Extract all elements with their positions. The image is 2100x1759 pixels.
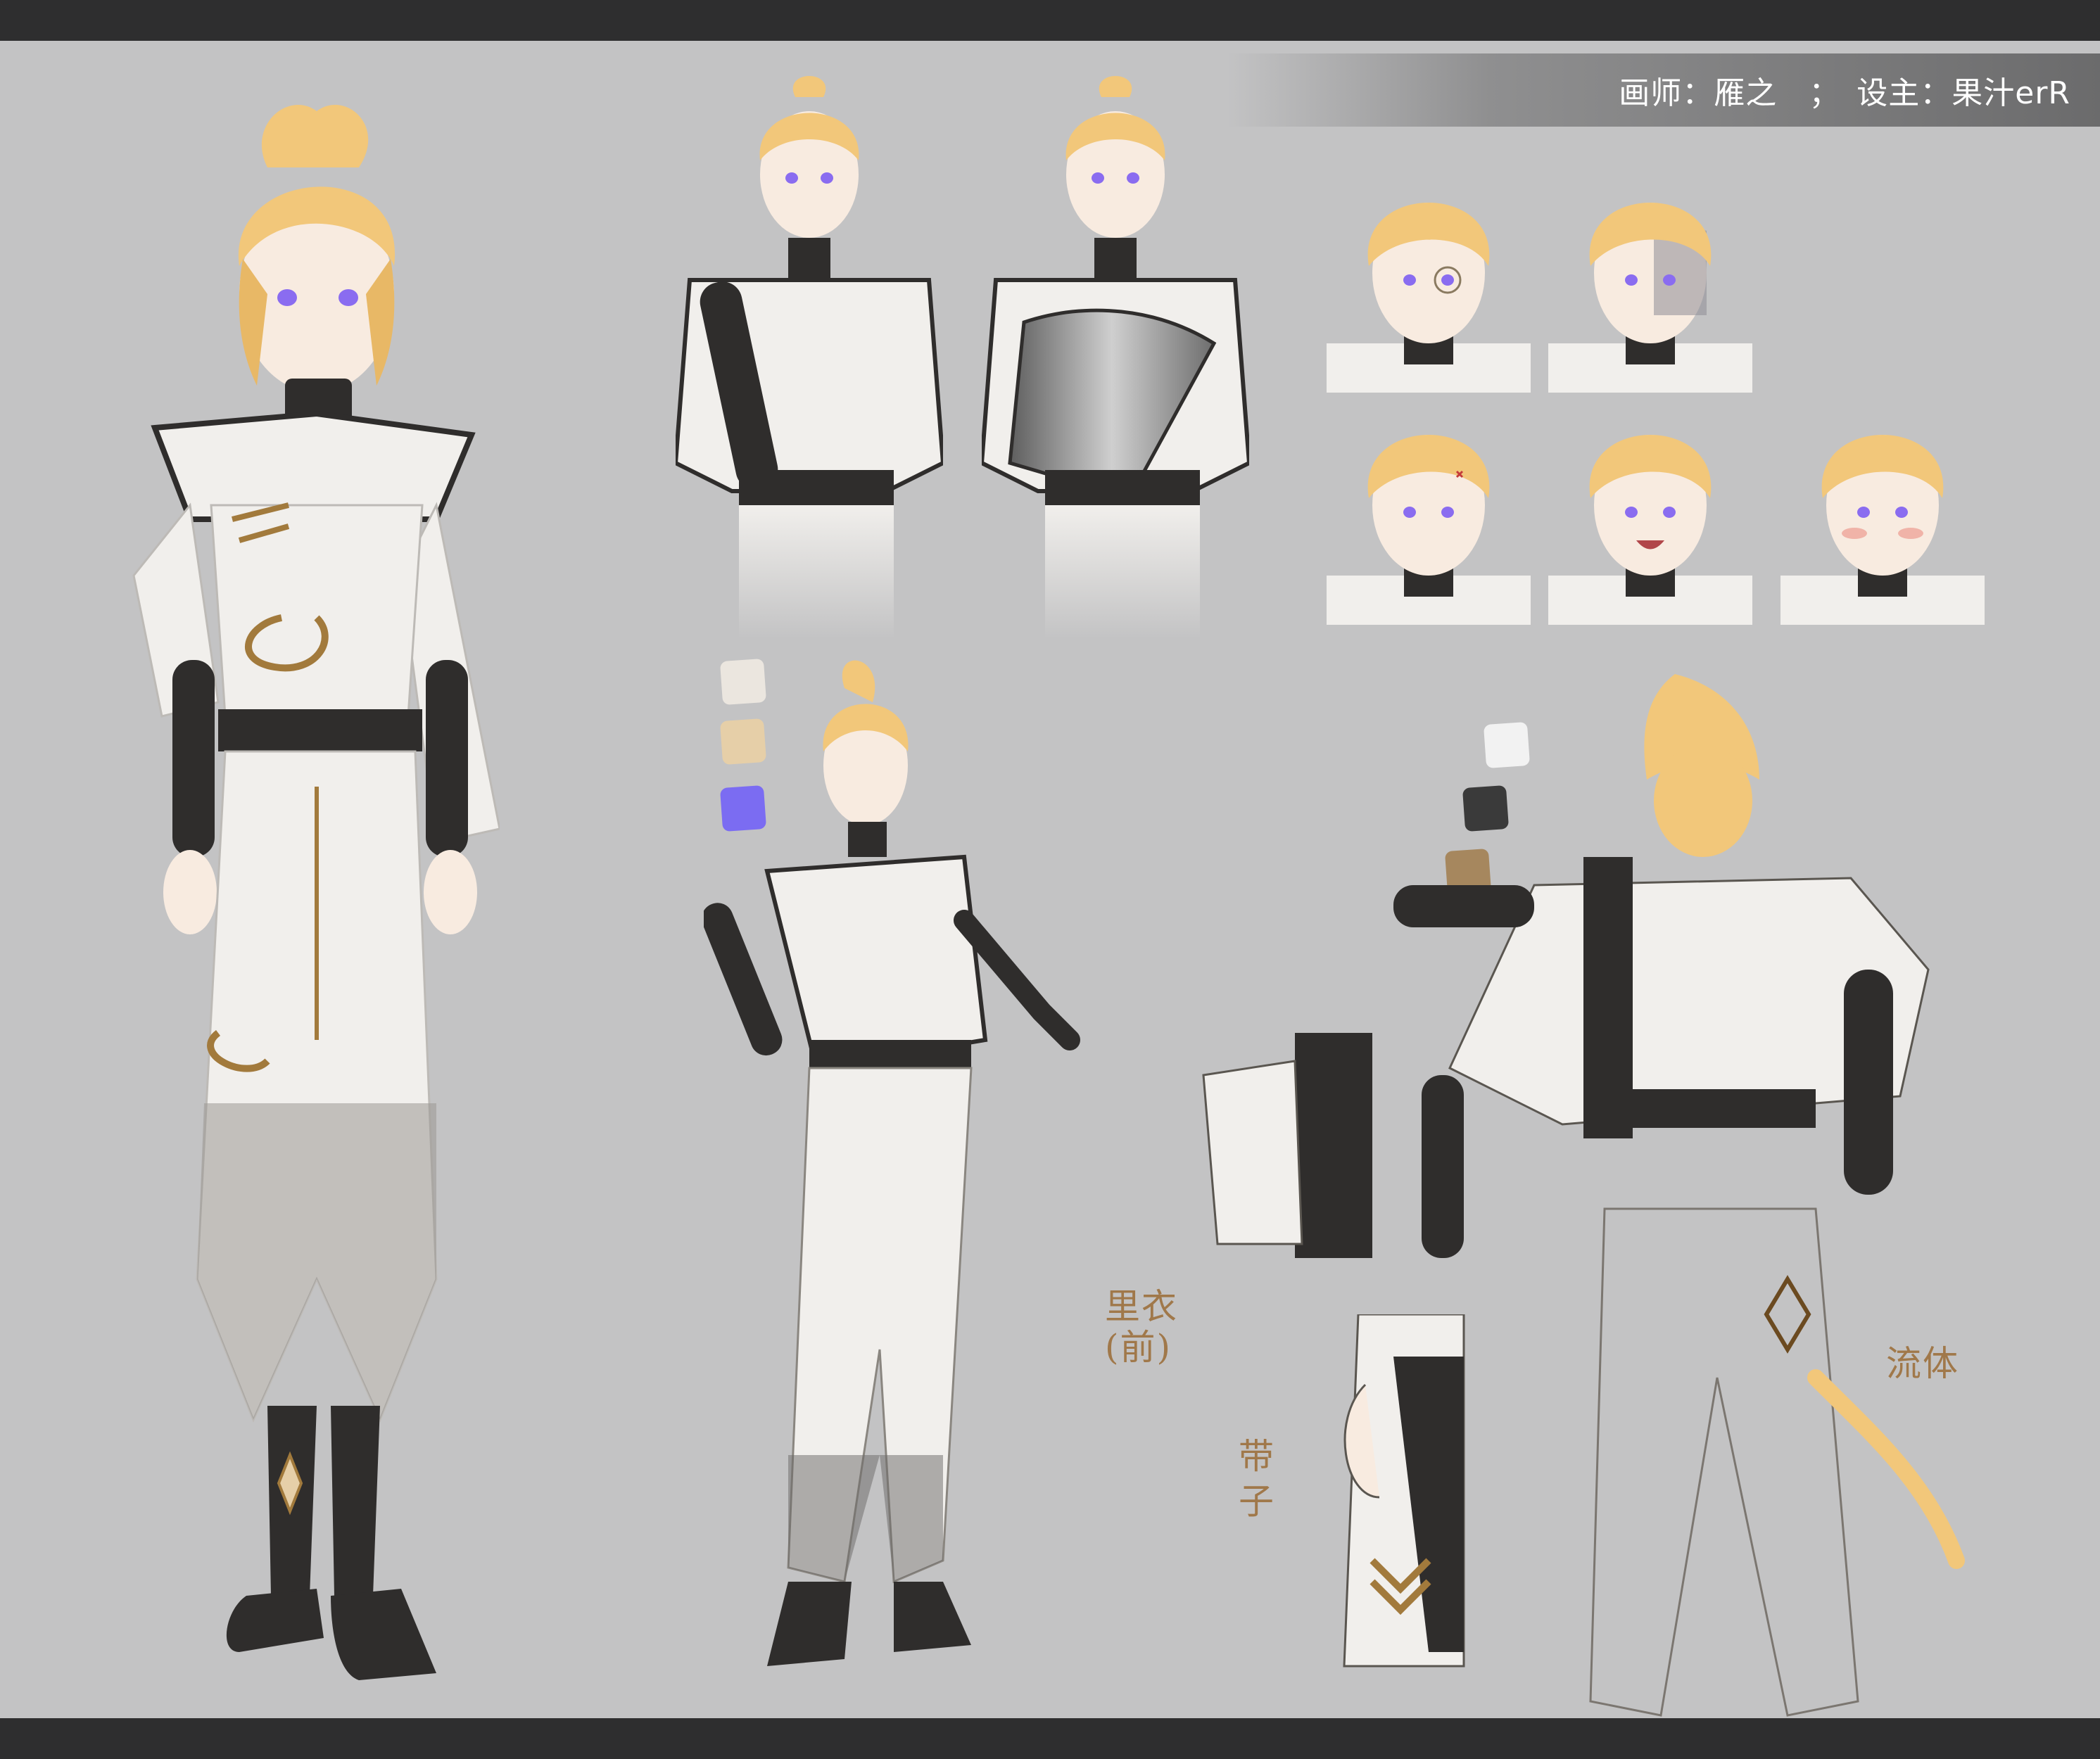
note-flow: 流体 [1886,1343,1959,1384]
half-body-pose-thinking [676,76,943,639]
credit-text: 画师：雁之 ； 设主：果汁erR [1619,75,2070,111]
detail-belt [1343,1314,1465,1668]
detail-inner-garment [1202,1033,1464,1258]
bottom-bar [0,1718,2100,1759]
note-belt: 带 子 [1239,1434,1275,1524]
sketch-front-pose [704,660,1080,1666]
full-body-front-illustration [132,105,500,1680]
expression-glasses [1327,203,1531,393]
expression-laughing [1548,435,1752,625]
expression-shadowed [1548,203,1752,393]
note-inner-garment-line2: (前) [1105,1327,1172,1368]
note-inner-garment-line1: 里衣 [1105,1286,1178,1327]
credit-banner: 画师：雁之 ； 设主：果汁erR [1227,53,2100,127]
expression-blushing [1780,435,1985,625]
half-body-pose-fan [982,76,1249,639]
note-belt-line2: 子 [1239,1481,1275,1522]
top-bar [0,0,2100,41]
character-sheet: 画师：雁之 ； 设主：果汁erR 里衣 (前) 带 子 流体 [0,41,2100,1718]
note-inner-garment: 里衣 (前) [1105,1286,1178,1368]
note-belt-line1: 带 [1239,1436,1275,1477]
expression-angry [1327,435,1531,625]
